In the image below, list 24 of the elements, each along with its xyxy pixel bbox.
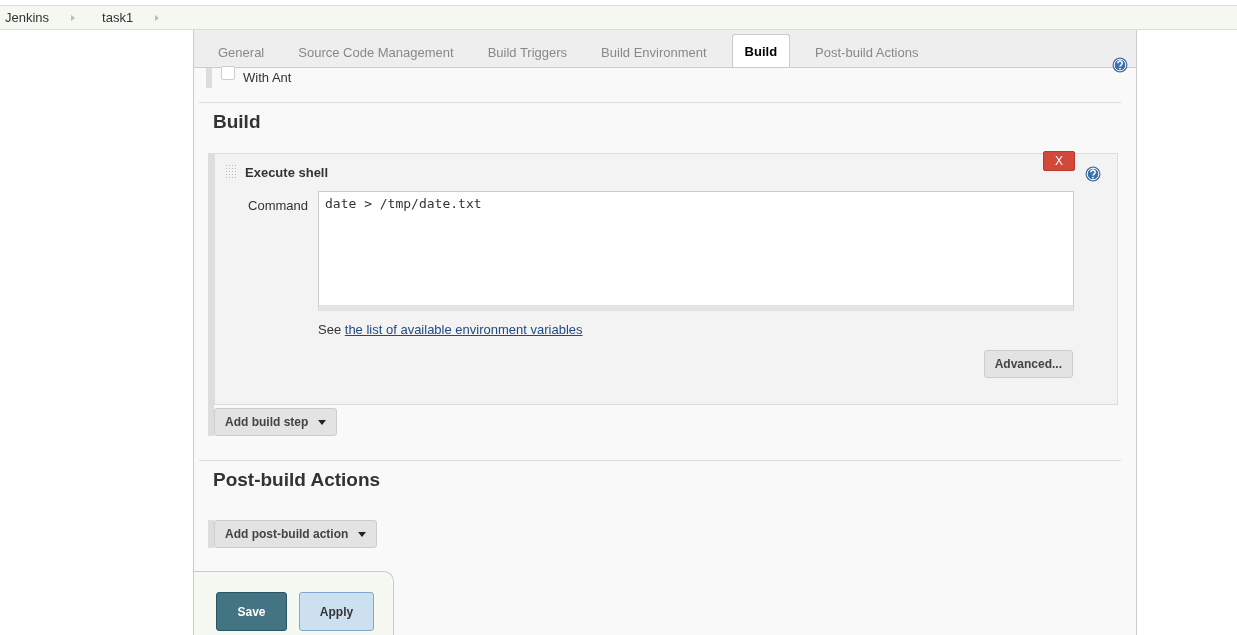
caret-icon	[358, 531, 367, 537]
tab[interactable]: Build	[731, 34, 791, 67]
step-title: Execute shell	[245, 164, 329, 180]
section-heading: Build	[212, 110, 262, 134]
help-icon[interactable]	[1112, 57, 1128, 73]
caret-icon	[318, 419, 327, 425]
advanced-button[interactable]: Advanced...	[983, 350, 1073, 378]
command-field[interactable]: date > /tmp/date.txt	[318, 191, 1074, 311]
breadcrumb-link[interactable]: task1	[97, 10, 134, 25]
section-heading: Post-build Actions	[212, 468, 382, 492]
save-button[interactable]: Save	[216, 592, 287, 631]
delete-button[interactable]: X	[1043, 151, 1075, 171]
chevron-icon	[155, 14, 160, 21]
checkbox-label: With Ant	[243, 69, 292, 85]
field-label: Command	[247, 197, 309, 215]
apply-button[interactable]: Apply	[299, 592, 374, 631]
add-post-build-action-button[interactable]: Add post-build action	[214, 520, 378, 548]
env-variables-link[interactable]: the list of available environment variables	[344, 322, 583, 337]
breadcrumb-link[interactable]: Jenkins	[0, 10, 50, 25]
add-build-step-button[interactable]: Add build step	[214, 408, 338, 436]
checkbox[interactable]	[221, 66, 235, 80]
chevron-icon	[71, 14, 76, 21]
help-icon[interactable]	[1085, 166, 1101, 182]
note-text: See	[318, 322, 342, 337]
